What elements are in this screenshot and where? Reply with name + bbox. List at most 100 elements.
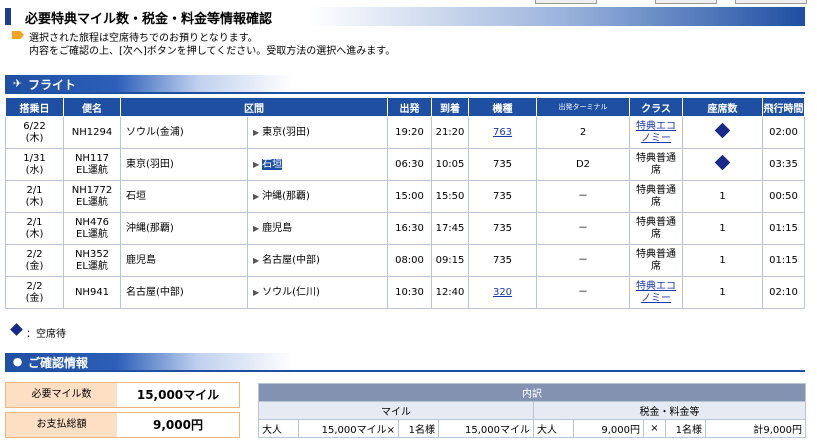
arrival-time: 17:45 <box>435 222 465 234</box>
terminal-cell: 2 <box>536 116 630 149</box>
flight-weekday: (木) <box>25 196 44 208</box>
top-button-stub-1[interactable] <box>535 0 597 4</box>
header-seats: 座席数 <box>682 97 763 117</box>
equip-cell: 735 <box>468 212 537 245</box>
to-cell: ▶ 石垣 <box>247 148 388 181</box>
header-date: 搭乗日 <box>5 97 64 117</box>
equipment-link[interactable]: 763 <box>493 127 512 138</box>
departure-time: 08:00 <box>395 254 424 266</box>
equip-cell: 763 <box>468 116 537 149</box>
flight-cell: NH476 EL運航 <box>63 212 121 245</box>
flight-date: 2/1 <box>26 216 43 228</box>
equipment: 735 <box>492 190 513 202</box>
route-to: 鹿児島 <box>262 222 293 234</box>
arr-cell: 09:15 <box>431 244 469 277</box>
route-arrow-icon: ▶ <box>253 223 260 233</box>
route-arrow-icon: ▶ <box>253 191 260 201</box>
arr-cell: 15:50 <box>431 180 469 213</box>
header-terminal: 出発ターミナル <box>536 97 630 117</box>
terminal: D2 <box>575 158 591 170</box>
seats-cell <box>682 148 763 181</box>
seats-cell: 1 <box>682 212 763 245</box>
terminal-cell: － <box>536 244 630 277</box>
date-cell: 2/1 (木) <box>5 180 64 213</box>
from-cell: 東京(羽田) <box>120 148 248 181</box>
flight-operator: EL運航 <box>76 228 108 240</box>
seat-count: 1 <box>719 286 726 298</box>
equipment: 735 <box>492 158 513 170</box>
breakdown-table: 内訳 マイル 税金・料金等 大人 15,000マイル× 1名様 15,000マイ… <box>258 383 806 438</box>
waitlist-diamond-icon <box>10 323 23 336</box>
seats-cell <box>682 116 763 149</box>
class-link[interactable]: 特典エコノミー <box>636 121 676 144</box>
miles-label: 必要マイル数 <box>6 383 117 407</box>
breakdown-count-1: 1名様 <box>398 419 439 438</box>
arrival-time: 12:40 <box>435 286 465 298</box>
breakdown-count-2: 1名様 <box>665 419 706 438</box>
flight-cell: NH352 EL運航 <box>63 244 121 277</box>
flight-date: 2/2 <box>26 280 43 292</box>
from-cell: 沖縄(那覇) <box>120 212 248 245</box>
flight-date: 1/31 <box>23 152 46 164</box>
flight-section-bar: ✈ フライト <box>5 75 805 94</box>
flight-date: 2/1 <box>26 184 43 196</box>
dep-cell: 10:30 <box>387 276 432 309</box>
waitlist-legend: ：空席待 <box>26 329 66 340</box>
arr-cell: 10:05 <box>431 148 469 181</box>
breakdown-title: 内訳 <box>258 383 806 402</box>
flight-row: 2/1 (木) NH476 EL運航 沖縄(那覇) ▶ 鹿児島 16:30 17:45 735 －特… <box>5 212 805 245</box>
arrival-time: 09:15 <box>435 254 465 266</box>
route-arrow-icon: ▶ <box>253 255 260 265</box>
flight-cell: NH1772 EL運航 <box>63 180 121 213</box>
dep-cell: 15:00 <box>387 180 432 213</box>
route-arrow-icon: ▶ <box>253 287 260 297</box>
class-cell: 特典エコノミー <box>629 116 683 149</box>
header-equipment: 機種 <box>468 97 537 117</box>
breakdown-tax-total: 計9,000円 <box>705 419 806 438</box>
flight-number: NH941 <box>74 286 110 298</box>
flight-table-header: 搭乗日 便名 区間 出発 到着 機種 出発ターミナル クラス 座席数 飛行時間 <box>5 97 805 117</box>
duration-cell: 00:50 <box>762 180 805 213</box>
flight-number: NH1772 <box>71 184 113 196</box>
confirm-section-title: ご確認情報 <box>28 356 89 370</box>
flight-duration: 01:15 <box>769 222 798 234</box>
flight-duration: 01:15 <box>769 254 798 266</box>
payment-label: お支払総額 <box>6 413 117 437</box>
dep-cell: 19:20 <box>387 116 432 149</box>
from-cell: 名古屋(中部) <box>120 276 248 309</box>
equipment: 735 <box>492 222 513 234</box>
dep-cell: 16:30 <box>387 212 432 245</box>
date-cell: 6/22 (木) <box>5 116 64 149</box>
airplane-icon: ✈ <box>12 77 23 90</box>
flight-section-title: フライト <box>28 78 77 92</box>
top-button-stub-3[interactable] <box>735 0 807 4</box>
arrival-time: 10:05 <box>435 158 465 170</box>
equip-cell: 735 <box>468 244 537 277</box>
arr-cell: 17:45 <box>431 212 469 245</box>
top-button-stub-2[interactable] <box>655 0 717 4</box>
to-cell: ▶ 東京(羽田) <box>247 116 388 149</box>
terminal-cell: － <box>536 212 630 245</box>
class-cell: 特典普通席 <box>629 148 683 181</box>
equipment-link[interactable]: 320 <box>493 287 512 298</box>
flight-duration: 02:00 <box>769 126 798 138</box>
flight-number: NH352 <box>74 248 110 260</box>
duration-cell: 03:35 <box>762 148 805 181</box>
route-to: 東京(羽田) <box>262 126 310 138</box>
dep-cell: 06:30 <box>387 148 432 181</box>
breakdown-miles-header: マイル <box>258 401 534 420</box>
flight-row: 2/2 (金) NH352 EL運航 鹿児島 ▶ 名古屋(中部) 08:00 09:15 735 －… <box>5 244 805 277</box>
class-cell: 特典普通席 <box>629 180 683 213</box>
from-cell: ソウル(金浦) <box>120 116 248 149</box>
header-departure: 出発 <box>387 97 432 117</box>
route-from: 名古屋(中部) <box>126 286 184 298</box>
flight-operator: EL運航 <box>76 196 108 208</box>
class: 特典普通席 <box>636 216 676 240</box>
terminal: － <box>578 254 588 266</box>
header-arrival: 到着 <box>431 97 469 117</box>
flight-operator: EL運航 <box>76 260 108 272</box>
class-link[interactable]: 特典エコノミー <box>636 281 676 304</box>
flight-row: 6/22 (木) NH1294 ソウル(金浦) ▶ 東京(羽田) 19:20 21:20 763… <box>5 116 805 149</box>
waitlist-diamond-icon <box>714 122 731 139</box>
flight-date: 2/2 <box>26 248 43 260</box>
